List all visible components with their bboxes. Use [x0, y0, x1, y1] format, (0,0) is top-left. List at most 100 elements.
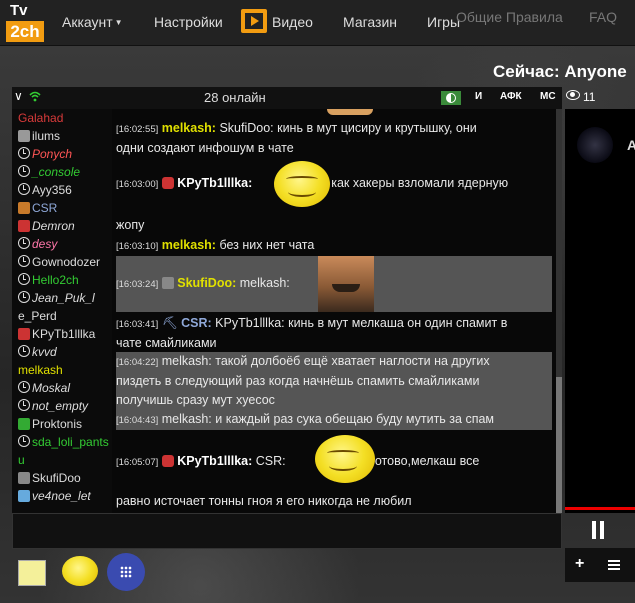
clock-icon — [18, 183, 30, 195]
message-nick[interactable]: melkash: — [162, 121, 216, 135]
user-list-item[interactable]: Ayy356 — [12, 181, 112, 199]
user-list-item[interactable]: u — [12, 451, 112, 469]
video-film-icon[interactable] — [241, 9, 267, 33]
user-list-item[interactable]: Hello2ch — [12, 271, 112, 289]
color-picker-button[interactable] — [18, 560, 46, 586]
smiley-image — [315, 435, 375, 483]
user-name: Moskal — [32, 381, 71, 395]
chevron-down-icon[interactable]: ∨ — [14, 89, 23, 103]
chat-message: [16:04:22] melkash: такой долбоёб ещё хв… — [116, 352, 552, 430]
user-list-item[interactable]: sda_loli_pants — [12, 433, 112, 451]
nav-video[interactable]: Видео — [272, 14, 313, 30]
user-name: Gownodozer — [32, 255, 101, 269]
user-list-item[interactable]: kvvd — [12, 343, 112, 361]
nav-settings[interactable]: Настройки — [154, 14, 223, 30]
user-list-item[interactable]: SkufiDoo — [12, 469, 112, 487]
chat-messages: [16:02:55] melkash: SkufiDoo: кинь в мут… — [112, 109, 556, 513]
message-text: KPyTb1lllka: кинь в мут мелкаша он один … — [215, 316, 508, 330]
user-list-item[interactable]: Galahad — [12, 109, 112, 127]
message-time: [16:04:22] — [116, 357, 159, 368]
message-time: [16:03:10] — [116, 241, 159, 252]
user-list-item[interactable]: not_empty — [12, 397, 112, 415]
smiley-picker-button[interactable] — [62, 556, 98, 586]
user-list-item[interactable]: ve4noe_let — [12, 487, 112, 505]
user-list-item[interactable]: CSR — [12, 199, 112, 217]
user-list-item[interactable]: _console — [12, 163, 112, 181]
user-name: ilums — [32, 129, 61, 143]
user-name: Galahad — [18, 111, 64, 125]
message-nick[interactable]: SkufiDoo: — [177, 276, 236, 290]
nav-account-label: Аккаунт — [62, 14, 113, 30]
user-name: KPyTb1lllka — [32, 327, 96, 341]
apps-grid-icon[interactable] — [107, 553, 145, 591]
user-list-item[interactable]: ilums — [12, 127, 112, 145]
user-name: Jean_Puk_l — [32, 291, 95, 305]
message-time: [16:02:55] — [116, 124, 159, 135]
user-list-item[interactable]: desy — [12, 235, 112, 253]
user-list-item[interactable]: Jean_Puk_l — [12, 289, 112, 307]
user-list-item[interactable]: Moskal — [12, 379, 112, 397]
message-nick[interactable]: melkash: — [162, 412, 212, 426]
chat-message-cont: жопу — [116, 216, 552, 235]
chat-scrollbar[interactable] — [556, 109, 562, 513]
red-avatar-icon — [161, 177, 174, 189]
message-text: готово,мелкаш все — [370, 454, 480, 468]
nav-shop[interactable]: Магазин — [343, 14, 397, 30]
chat-message: [16:02:55] melkash: SkufiDoo: кинь в мут… — [116, 119, 552, 158]
logo-2ch-text: 2ch — [6, 21, 44, 42]
user-list-item[interactable]: Demron — [12, 217, 112, 235]
user-list-item[interactable]: Ponych — [12, 145, 112, 163]
nav-faq[interactable]: FAQ — [589, 9, 617, 25]
message-nick[interactable]: KPyTb1lllka: — [177, 454, 252, 468]
user-name: kvvd — [32, 345, 57, 359]
user-name: Hello2ch — [32, 273, 79, 287]
afk-button[interactable]: АФК — [500, 91, 522, 102]
clock-icon — [18, 399, 30, 411]
message-nick[interactable]: CSR: — [181, 316, 212, 330]
mc-button[interactable]: МС — [540, 91, 556, 102]
user-list-item[interactable]: KPyTb1lllka — [12, 325, 112, 343]
chat-input[interactable] — [12, 513, 562, 549]
clock-icon — [18, 237, 30, 249]
logo-tv-text: Tv — [10, 2, 28, 19]
caret-down-icon: ▼ — [114, 18, 123, 27]
message-text: равно источает тонны гноя я его никогда … — [116, 494, 412, 508]
eye-icon — [566, 90, 580, 100]
user-list-item[interactable]: melkash — [12, 361, 112, 379]
list-icon[interactable] — [608, 560, 620, 570]
chat-message: [16:03:10] melkash: без них нет чата — [116, 236, 552, 256]
site-logo[interactable]: Tv 2ch — [4, 2, 44, 42]
pause-icon[interactable] — [591, 521, 605, 539]
face-photo-image — [318, 256, 374, 312]
clock-icon — [18, 147, 30, 159]
chat-message-cont: равно источает тонны гноя я его никогда … — [116, 492, 552, 511]
wifi-icon — [29, 91, 41, 102]
message-nick[interactable]: melkash: — [162, 238, 216, 252]
message-text: получишь сразу мут хуесос — [116, 393, 275, 407]
chat-message: [16:03:00] KPyTb1lllka: как хакеры взлом… — [116, 174, 552, 194]
user-list-item[interactable]: Gownodozer — [12, 253, 112, 271]
user-name: Proktonis — [32, 417, 83, 431]
user-name: melkash — [18, 363, 63, 377]
user-name: Ayy356 — [32, 183, 72, 197]
avatar-icon — [18, 472, 30, 484]
message-text: без них нет чата — [219, 238, 315, 252]
user-list-item[interactable]: Proktonis — [12, 415, 112, 433]
hourglass-icon — [18, 130, 30, 142]
skufi-avatar-icon — [161, 277, 174, 289]
ignore-button[interactable]: И — [475, 91, 482, 102]
scroll-thumb[interactable] — [556, 377, 562, 513]
plus-icon[interactable]: + — [575, 555, 584, 573]
nav-account[interactable]: Аккаунт ▼ — [62, 14, 123, 30]
video-progress-bar[interactable] — [565, 507, 635, 510]
user-list-item[interactable]: e_Perd — [12, 307, 112, 325]
message-nick[interactable]: melkash: — [162, 354, 212, 368]
nav-rules[interactable]: Общие Правила — [456, 9, 563, 25]
contrast-toggle-button[interactable] — [441, 91, 461, 105]
video-player[interactable]: A — [565, 109, 635, 513]
chat-message: [16:03:41] ⛏ CSR: KPyTb1lllka: кинь в му… — [116, 314, 552, 353]
message-text: пиздеть в следующий раз когда начнёшь сп… — [116, 374, 480, 388]
user-name: desy — [32, 237, 58, 251]
message-nick[interactable]: KPyTb1lllka: — [177, 176, 252, 190]
video-title-letter: A — [627, 137, 635, 153]
